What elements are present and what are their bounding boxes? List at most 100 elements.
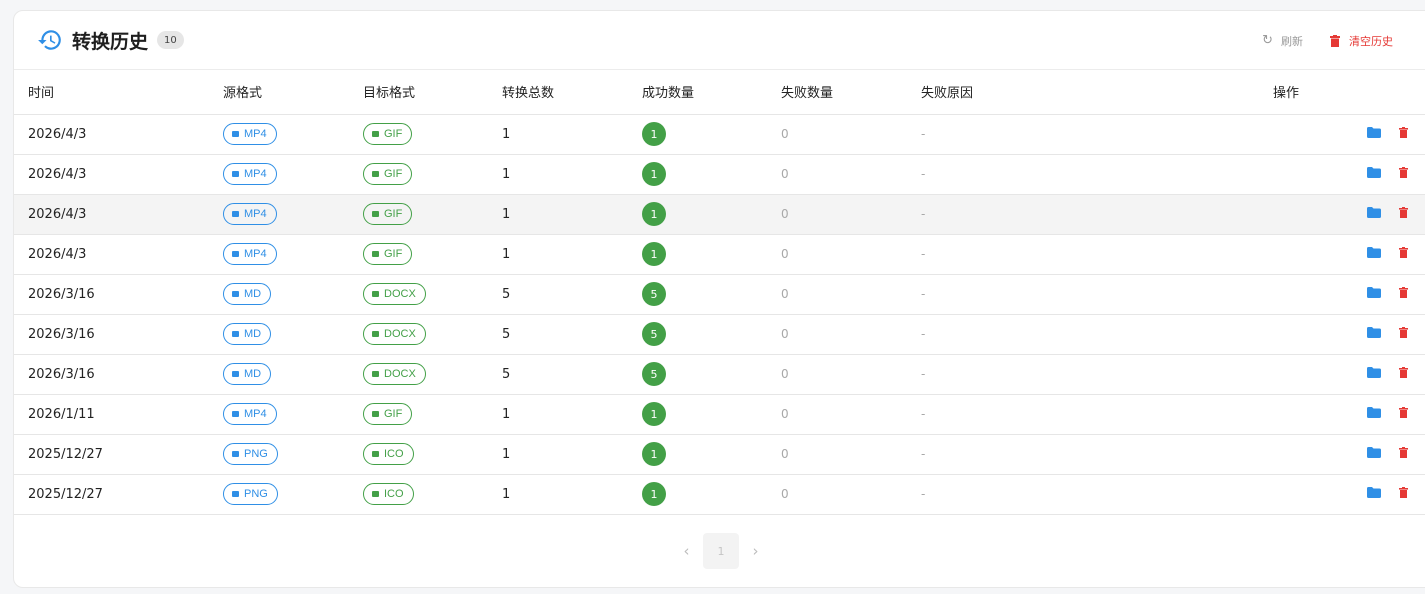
delete-icon[interactable] (1399, 286, 1408, 302)
trash-icon (1330, 34, 1340, 47)
source-format-label: MP4 (244, 408, 267, 420)
target-format-tag: GIF (363, 163, 413, 185)
target-format-label: DOCX (384, 288, 416, 300)
target-format-label: GIF (384, 248, 403, 260)
page-title: 转换历史 (72, 30, 149, 53)
chevron-right-icon[interactable]: › (739, 542, 772, 560)
row-total: 1 (502, 394, 642, 435)
row-fail-count: 0 (781, 434, 921, 475)
open-folder-icon[interactable] (1366, 406, 1381, 422)
open-folder-icon[interactable] (1366, 366, 1381, 382)
image-icon (372, 171, 379, 177)
target-format-tag: DOCX (363, 323, 426, 345)
video-icon (232, 251, 239, 257)
row-fail-reason: - (921, 394, 1273, 435)
row-fail-reason: - (921, 114, 1273, 155)
delete-icon[interactable] (1399, 126, 1408, 142)
target-format-tag: GIF (363, 403, 413, 425)
column-header-time: 时间 (14, 70, 223, 115)
success-count-badge: 1 (642, 442, 666, 466)
delete-icon[interactable] (1399, 486, 1408, 502)
row-fail-reason: - (921, 274, 1273, 315)
pagination: ‹ 1 › (670, 533, 772, 569)
open-folder-icon[interactable] (1366, 446, 1381, 462)
video-icon (232, 171, 239, 177)
row-fail-reason: - (921, 314, 1273, 355)
source-format-tag: MP4 (223, 123, 277, 145)
delete-icon[interactable] (1399, 446, 1408, 462)
source-format-tag: MP4 (223, 403, 277, 425)
open-folder-icon[interactable] (1366, 166, 1381, 182)
target-format-tag: ICO (363, 483, 414, 505)
source-format-tag: MP4 (223, 163, 277, 185)
delete-icon[interactable] (1399, 366, 1408, 382)
open-folder-icon[interactable] (1366, 206, 1381, 222)
refresh-label: 刷新 (1281, 34, 1303, 48)
document-icon (232, 291, 239, 297)
clear-history-button[interactable]: 清空历史 (1330, 33, 1393, 49)
history-header: 转换历史 10 ↻ 刷新 清空历史 (14, 11, 1425, 70)
source-format-tag: MD (223, 283, 272, 305)
table-row: 2026/4/3 MP4 GIF 1 1 0 - (14, 114, 1425, 155)
clear-history-label: 清空历史 (1349, 34, 1393, 48)
open-folder-icon[interactable] (1366, 326, 1381, 342)
row-total: 1 (502, 234, 642, 275)
chevron-left-icon[interactable]: ‹ (670, 542, 703, 560)
source-format-label: MP4 (244, 248, 267, 260)
column-header-reason: 失败原因 (921, 70, 1273, 115)
document-icon (372, 331, 379, 337)
delete-icon[interactable] (1399, 206, 1408, 222)
table-row: 2026/3/16 MD DOCX 5 5 0 - (14, 274, 1425, 315)
table-row: 2025/12/27 PNG ICO 1 1 0 - (14, 474, 1425, 515)
source-format-tag: MP4 (223, 243, 277, 265)
row-total: 1 (502, 154, 642, 195)
open-folder-icon[interactable] (1366, 126, 1381, 142)
source-format-label: MP4 (244, 128, 267, 140)
delete-icon[interactable] (1399, 246, 1408, 262)
row-time: 2025/12/27 (14, 474, 223, 515)
open-folder-icon[interactable] (1366, 486, 1381, 502)
target-format-tag: GIF (363, 123, 413, 145)
delete-icon[interactable] (1399, 326, 1408, 342)
header-actions: ↻ 刷新 清空历史 (1262, 11, 1393, 70)
row-fail-reason: - (921, 154, 1273, 195)
image-icon (372, 251, 379, 257)
table-row: 2026/4/3 MP4 GIF 1 1 0 - (14, 154, 1425, 195)
delete-icon[interactable] (1399, 166, 1408, 182)
success-count-badge: 1 (642, 242, 666, 266)
delete-icon[interactable] (1399, 406, 1408, 422)
row-total: 1 (502, 474, 642, 515)
source-format-label: MD (244, 288, 262, 300)
page-button-current[interactable]: 1 (703, 533, 739, 569)
column-header-target: 目标格式 (363, 70, 502, 115)
target-format-tag: GIF (363, 243, 413, 265)
row-total: 5 (502, 274, 642, 315)
open-folder-icon[interactable] (1366, 246, 1381, 262)
source-format-label: MD (244, 328, 262, 340)
row-fail-reason: - (921, 194, 1273, 235)
success-count-badge: 1 (642, 162, 666, 186)
row-fail-count: 0 (781, 114, 921, 155)
source-format-tag: MD (223, 323, 272, 345)
target-format-label: DOCX (384, 368, 416, 380)
target-format-label: GIF (384, 168, 403, 180)
success-count-badge: 5 (642, 362, 666, 386)
column-header-fail: 失败数量 (781, 70, 921, 115)
file-icon (372, 491, 379, 497)
target-format-label: ICO (384, 488, 404, 500)
row-fail-count: 0 (781, 154, 921, 195)
row-fail-reason: - (921, 354, 1273, 395)
source-format-tag: MP4 (223, 203, 277, 225)
target-format-label: GIF (384, 208, 403, 220)
target-format-tag: DOCX (363, 363, 426, 385)
source-format-tag: PNG (223, 443, 278, 465)
row-total: 1 (502, 114, 642, 155)
row-fail-count: 0 (781, 274, 921, 315)
table-header-row: 时间 源格式 目标格式 转换总数 成功数量 失败数量 失败原因 操作 (14, 70, 1425, 115)
row-time: 2025/12/27 (14, 434, 223, 475)
row-total: 1 (502, 434, 642, 475)
success-count-badge: 5 (642, 322, 666, 346)
open-folder-icon[interactable] (1366, 286, 1381, 302)
refresh-button[interactable]: ↻ 刷新 (1262, 33, 1303, 49)
row-total: 5 (502, 354, 642, 395)
